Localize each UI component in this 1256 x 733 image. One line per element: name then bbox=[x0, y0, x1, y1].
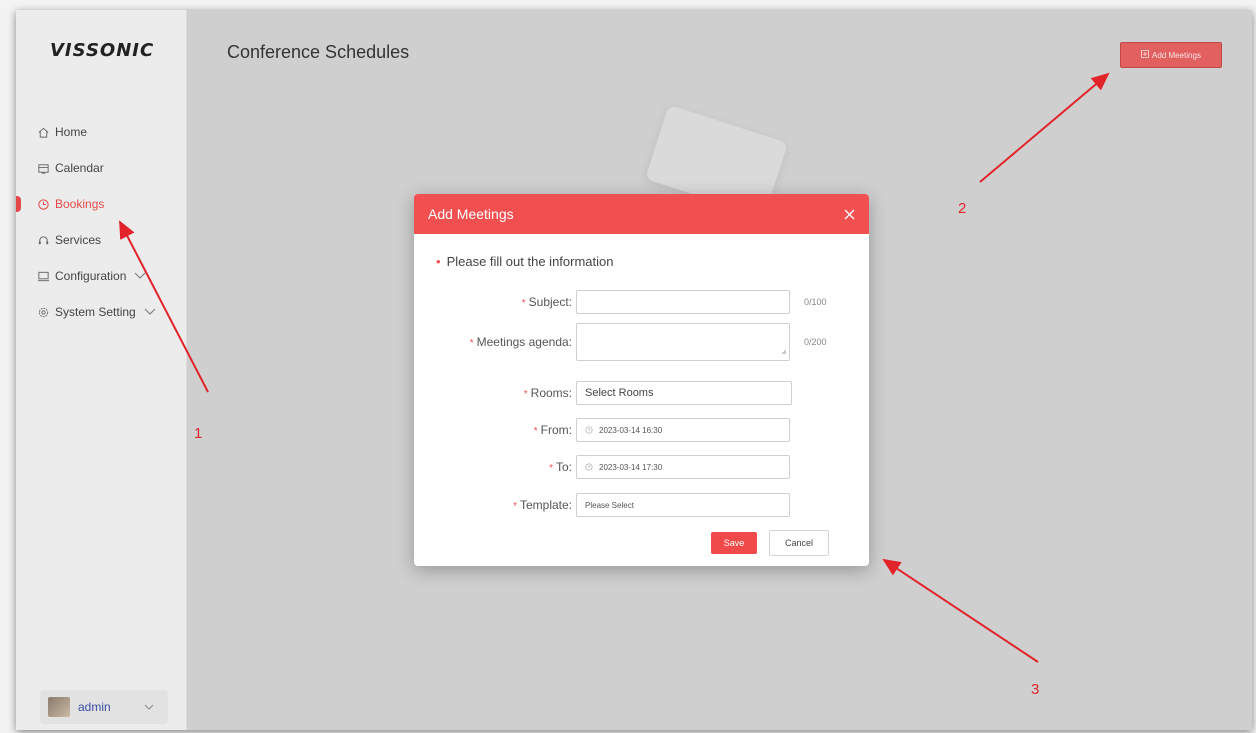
template-select[interactable]: Please Select bbox=[576, 493, 790, 517]
form-instructions: • Please fill out the information bbox=[436, 254, 614, 269]
chevron-down-icon[interactable] bbox=[134, 272, 146, 280]
user-menu[interactable]: admin bbox=[40, 690, 168, 724]
instructions-text: Please fill out the information bbox=[446, 254, 614, 269]
dialog-header: Add Meetings bbox=[414, 194, 869, 234]
sidebar: VISSONIC Home Calendar Bookings Services… bbox=[16, 10, 187, 730]
sidebar-item-label: System Setting bbox=[55, 305, 136, 319]
sidebar-item-home[interactable]: Home bbox=[16, 114, 186, 150]
required-dot-icon: • bbox=[436, 254, 441, 269]
to-label-text: To: bbox=[555, 460, 572, 474]
sidebar-nav: Home Calendar Bookings Services Configur… bbox=[16, 114, 186, 330]
add-meetings-label: Add Meetings bbox=[1152, 50, 1201, 60]
annotation-label-2: 2 bbox=[958, 200, 967, 217]
template-row: * Template: Please Select bbox=[414, 492, 869, 518]
sidebar-item-label: Bookings bbox=[55, 197, 105, 211]
agenda-label: * Meetings agenda: bbox=[414, 335, 576, 349]
sidebar-item-label: Calendar bbox=[55, 161, 104, 175]
template-label: * Template: bbox=[414, 498, 576, 512]
required-marker: * bbox=[521, 298, 526, 309]
annotation-label-3: 3 bbox=[1031, 681, 1040, 698]
subject-label-text: Subject: bbox=[528, 295, 572, 309]
sidebar-item-services[interactable]: Services bbox=[16, 222, 186, 258]
required-marker: * bbox=[523, 389, 528, 400]
clock-icon bbox=[36, 197, 50, 211]
clock-icon bbox=[585, 463, 593, 471]
user-name: admin bbox=[78, 700, 111, 714]
home-icon bbox=[36, 125, 50, 139]
chevron-down-icon[interactable] bbox=[144, 308, 156, 316]
annotation-label-1: 1 bbox=[194, 425, 203, 442]
sidebar-item-calendar[interactable]: Calendar bbox=[16, 150, 186, 186]
to-label: * To: bbox=[414, 460, 576, 474]
clock-icon bbox=[585, 426, 593, 434]
add-meetings-dialog: Add Meetings • Please fill out the inform… bbox=[414, 194, 869, 566]
rooms-label: * Rooms: bbox=[414, 386, 576, 400]
dialog-title: Add Meetings bbox=[428, 206, 514, 222]
subject-row: * Subject: 0/100 bbox=[414, 289, 869, 315]
agenda-label-text: Meetings agenda: bbox=[476, 335, 572, 349]
rooms-label-text: Rooms: bbox=[530, 386, 572, 400]
resize-handle-icon[interactable] bbox=[781, 346, 787, 358]
to-value: 2023-03-14 17:30 bbox=[599, 462, 663, 472]
template-label-text: Template: bbox=[519, 498, 572, 512]
save-button[interactable]: Save bbox=[711, 532, 757, 554]
agenda-textarea[interactable] bbox=[576, 323, 790, 361]
from-label-text: From: bbox=[540, 423, 572, 437]
sidebar-item-system-setting[interactable]: System Setting bbox=[16, 294, 186, 330]
sidebar-item-label: Home bbox=[55, 125, 88, 139]
from-row: * From: 2023-03-14 16:30 bbox=[414, 417, 869, 443]
sidebar-item-configuration[interactable]: Configuration bbox=[16, 258, 186, 294]
sidebar-item-bookings[interactable]: Bookings bbox=[16, 186, 186, 222]
calendar-icon bbox=[36, 161, 50, 175]
page-title: Conference Schedules bbox=[227, 42, 410, 62]
close-icon[interactable] bbox=[841, 206, 857, 222]
required-marker: * bbox=[533, 426, 538, 437]
headset-icon bbox=[36, 233, 50, 247]
from-label: * From: bbox=[414, 423, 576, 437]
app-window: VISSONIC Home Calendar Bookings Services… bbox=[16, 10, 1252, 730]
agenda-row: * Meetings agenda: 0/200 bbox=[414, 322, 869, 362]
sidebar-item-label: Configuration bbox=[55, 269, 127, 283]
gear-icon bbox=[36, 305, 50, 319]
rooms-select[interactable]: Select Rooms bbox=[576, 381, 792, 405]
cancel-button[interactable]: Cancel bbox=[769, 530, 829, 556]
to-datetime-picker[interactable]: 2023-03-14 17:30 bbox=[576, 455, 790, 479]
template-placeholder: Please Select bbox=[585, 500, 634, 510]
sidebar-item-label: Services bbox=[55, 233, 102, 247]
logo: VISSONIC bbox=[50, 40, 155, 61]
monitor-icon bbox=[36, 269, 50, 283]
plus-square-icon bbox=[1141, 50, 1149, 60]
agenda-counter: 0/200 bbox=[804, 337, 827, 347]
rooms-row: * Rooms: Select Rooms bbox=[414, 380, 869, 406]
subject-input[interactable] bbox=[576, 290, 790, 314]
subject-label: * Subject: bbox=[414, 295, 576, 309]
required-marker: * bbox=[469, 338, 474, 349]
avatar bbox=[48, 697, 70, 717]
to-row: * To: 2023-03-14 17:30 bbox=[414, 454, 869, 480]
required-marker: * bbox=[549, 463, 553, 474]
required-marker: * bbox=[513, 501, 517, 512]
from-datetime-picker[interactable]: 2023-03-14 16:30 bbox=[576, 418, 790, 442]
add-meetings-button[interactable]: Add Meetings bbox=[1120, 42, 1222, 68]
chevron-down-icon[interactable] bbox=[144, 704, 154, 710]
subject-counter: 0/100 bbox=[804, 297, 827, 307]
from-value: 2023-03-14 16:30 bbox=[599, 425, 663, 435]
